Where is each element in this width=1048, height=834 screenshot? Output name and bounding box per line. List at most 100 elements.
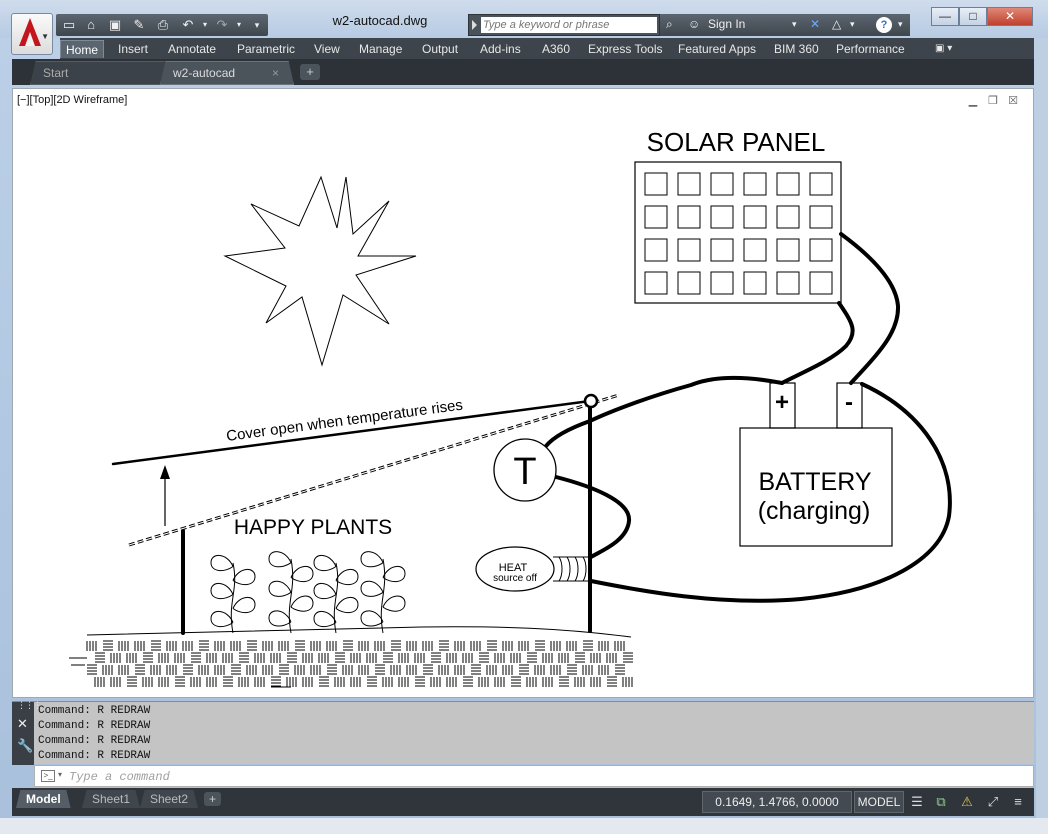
solar-cell xyxy=(809,238,833,262)
annotation-scale-warning-icon[interactable]: ⚠ xyxy=(958,793,976,810)
cover-label: Cover open when temperature rises xyxy=(225,397,464,445)
search-input[interactable] xyxy=(481,17,657,33)
command-prompt-icon[interactable]: >_ xyxy=(41,770,55,782)
new-layout-button[interactable]: + xyxy=(204,792,222,806)
sign-in-button[interactable]: Sign In xyxy=(708,17,745,31)
tab-w2-autocad[interactable]: w2-autocad × xyxy=(160,61,294,85)
tab-insert[interactable]: Insert xyxy=(113,40,153,58)
binoculars-icon[interactable]: ⌕ xyxy=(666,17,673,32)
recent-commands-dropdown-icon[interactable]: ▾ xyxy=(58,770,62,779)
command-history-line: Command: R REDRAW xyxy=(38,720,151,732)
quick-access-toolbar: ▭ ⌂ ▣ ✎ ⎙ ↶ ▾ ↷ ▾ ▾ xyxy=(56,14,268,36)
file-tabs-bar: Start w2-autocad × + xyxy=(12,59,1034,85)
plot-icon[interactable]: ⎙ xyxy=(155,17,171,33)
undo-dropdown-icon[interactable]: ▾ xyxy=(197,17,213,33)
solar-cell xyxy=(644,271,668,295)
solar-cell xyxy=(710,271,734,295)
help-icon[interactable]: ? xyxy=(876,17,892,33)
grid-display-icon[interactable]: ☰ xyxy=(908,793,926,810)
layout-tab-model[interactable]: Model xyxy=(16,790,71,808)
solar-cell xyxy=(677,205,701,229)
undo-icon[interactable]: ↶ xyxy=(180,17,196,33)
tab-output[interactable]: Output xyxy=(417,40,463,58)
autocad-window: ▼ ▭ ⌂ ▣ ✎ ⎙ ↶ ▾ ↷ ▾ ▾ w2-autocad.dwg ⌕ ☺… xyxy=(0,0,1048,834)
document-title: w2-autocad.dwg xyxy=(332,13,428,28)
layout-tab-sheet2[interactable]: Sheet2 xyxy=(140,790,199,808)
solar-cell xyxy=(677,271,701,295)
solar-panel-cells xyxy=(644,172,833,295)
tab-featured-apps[interactable]: Featured Apps xyxy=(673,40,761,58)
solar-cell xyxy=(710,238,734,262)
sign-in-dropdown-icon[interactable]: ▾ xyxy=(792,19,797,30)
tab-express-tools[interactable]: Express Tools xyxy=(583,40,667,58)
user-icon[interactable]: ☺ xyxy=(688,17,700,31)
solar-cell xyxy=(710,172,734,196)
tab-parametric[interactable]: Parametric xyxy=(232,40,300,58)
solar-cell xyxy=(809,271,833,295)
status-bar: Model Sheet1 Sheet2 + 0.1649, 1.4766, 0.… xyxy=(12,788,1034,816)
a360-dropdown-icon[interactable]: ▾ xyxy=(850,19,855,30)
tab-annotate[interactable]: Annotate xyxy=(163,40,221,58)
layout-tab-sheet1[interactable]: Sheet1 xyxy=(82,790,141,808)
minimize-button[interactable]: — xyxy=(931,7,959,26)
solar-cell xyxy=(743,238,767,262)
plant xyxy=(268,551,314,634)
snap-mode-icon[interactable]: ⧉ xyxy=(932,793,950,810)
fullscreen-icon[interactable]: ⤢ xyxy=(984,793,1002,810)
tab-a360[interactable]: A360 xyxy=(537,40,575,58)
command-line-grip[interactable]: ⋮⋮⋮ ✕ 🔧 xyxy=(12,700,42,765)
close-tab-icon[interactable]: × xyxy=(272,62,279,84)
new-tab-button[interactable]: + xyxy=(300,64,320,80)
tab-bim-360[interactable]: BIM 360 xyxy=(769,40,824,58)
solar-cell xyxy=(743,205,767,229)
command-history-line: Command: R REDRAW xyxy=(38,705,151,717)
customization-menu-icon[interactable]: ≡ xyxy=(1009,793,1027,810)
command-history-line: Command: R REDRAW xyxy=(38,750,151,762)
solar-panel-title: SOLAR PANEL xyxy=(647,127,826,157)
command-history: ⋮⋮⋮ ✕ 🔧 Command: R REDRAW Command: R RED… xyxy=(12,700,1034,765)
command-input[interactable] xyxy=(69,769,669,784)
model-space-button[interactable]: MODEL xyxy=(854,791,904,813)
save-as-icon[interactable]: ✎ xyxy=(131,17,147,33)
hinge-pivot xyxy=(583,393,599,409)
solar-cell xyxy=(743,172,767,196)
heat-bulb-base xyxy=(553,556,592,582)
ribbon-tabs: Home Insert Annotate Parametric View Man… xyxy=(60,38,1034,59)
autodesk-a360-icon[interactable]: △ xyxy=(832,17,841,31)
tab-start[interactable]: Start xyxy=(30,61,170,85)
soil-hatch xyxy=(69,640,633,688)
expand-triangle-icon[interactable] xyxy=(472,20,477,30)
redo-icon[interactable]: ↷ xyxy=(214,17,230,33)
tab-start-label: Start xyxy=(43,66,69,80)
search-box[interactable] xyxy=(468,14,660,36)
close-command-icon[interactable]: ✕ xyxy=(17,716,28,732)
tab-manage[interactable]: Manage xyxy=(354,40,407,58)
solar-cell xyxy=(776,271,800,295)
tab-view[interactable]: View xyxy=(309,40,345,58)
drawing-viewport[interactable]: [−][Top][2D Wireframe] ▁ ❐ ☒ SOLAR PANEL… xyxy=(12,88,1034,698)
plant xyxy=(313,555,359,634)
tab-performance[interactable]: Performance xyxy=(831,40,910,58)
wrench-icon[interactable]: 🔧 xyxy=(17,738,33,754)
help-dropdown-icon[interactable]: ▾ xyxy=(898,19,903,30)
ribbon-options-icon[interactable]: ▣ ▾ xyxy=(930,40,957,58)
exchange-apps-icon[interactable]: ✕ xyxy=(810,17,820,31)
new-file-icon[interactable]: ▭ xyxy=(61,17,77,33)
coordinates-display[interactable]: 0.1649, 1.4766, 0.0000 xyxy=(702,791,852,813)
tab-file-label: w2-autocad xyxy=(173,66,236,80)
maximize-button[interactable]: □ xyxy=(959,7,987,26)
solar-cell xyxy=(644,205,668,229)
save-icon[interactable]: ▣ xyxy=(107,17,123,33)
tab-home[interactable]: Home xyxy=(60,40,105,58)
close-button[interactable]: ✕ xyxy=(987,7,1033,26)
open-folder-icon[interactable]: ⌂ xyxy=(83,17,99,33)
tab-add-ins[interactable]: Add-ins xyxy=(475,40,526,58)
redo-dropdown-icon[interactable]: ▾ xyxy=(231,17,247,33)
command-line: >_ ▾ xyxy=(34,765,1034,787)
application-menu-button[interactable]: ▼ xyxy=(11,13,53,55)
command-history-line: Command: R REDRAW xyxy=(38,735,151,747)
solar-cell xyxy=(644,172,668,196)
solar-cell xyxy=(677,238,701,262)
customize-qat-icon[interactable]: ▾ xyxy=(249,17,265,33)
solar-cell xyxy=(743,271,767,295)
